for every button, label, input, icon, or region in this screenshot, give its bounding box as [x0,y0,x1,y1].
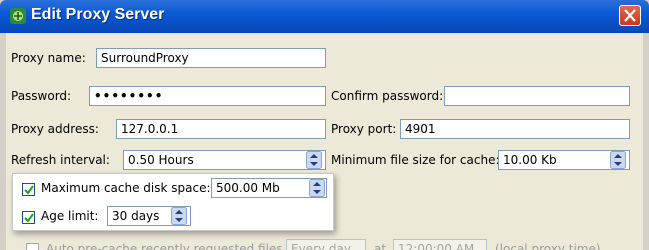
max-cache-disk-checkbox[interactable] [22,183,35,196]
min-file-size-label: Minimum file size for cache: [331,153,500,167]
age-limit-spin-icon[interactable] [171,207,187,225]
precache-frequency-select[interactable]: Every day [286,239,366,250]
precache-frequency-value: Every day [291,242,351,250]
confirm-password-input[interactable] [444,86,630,106]
proxy-address-label: Proxy address: [11,122,99,136]
checkmark-icon [24,185,34,195]
password-input[interactable]: •••••••• [89,86,326,106]
refresh-interval-value: 0.50 Hours [128,153,194,167]
auto-precache-label: Auto pre-cache recently requested files [46,242,283,250]
auto-precache-checkbox[interactable] [26,243,39,250]
edit-proxy-dialog: Edit Proxy Server Proxy name: SurroundPr… [0,0,649,250]
precache-time-value: 12:00:00 AM [398,242,475,250]
proxy-address-input[interactable]: 127.0.0.1 [116,119,326,139]
confirm-password-label: Confirm password: [331,89,444,103]
refresh-interval-label: Refresh interval: [11,153,110,167]
max-cache-disk-label: Maximum cache disk space: [41,181,211,195]
refresh-interval-spinner[interactable]: 0.50 Hours [123,150,326,170]
max-cache-disk-value: 500.00 Mb [216,181,280,195]
proxy-port-input[interactable]: 4901 [400,119,630,139]
min-file-size-value: 10.00 Kb [503,153,557,167]
proxy-name-input[interactable]: SurroundProxy [96,48,326,68]
window-title: Edit Proxy Server [31,6,165,23]
proxy-server-icon [10,8,26,24]
min-file-size-spin-icon[interactable] [610,151,626,169]
close-icon [624,9,636,22]
checkmark-icon [24,213,34,223]
precache-note-label: (local proxy time) [495,242,601,250]
title-bar[interactable]: Edit Proxy Server [0,0,649,33]
refresh-interval-spin-icon[interactable] [306,151,322,169]
proxy-name-label: Proxy name: [11,51,86,65]
age-limit-label: Age limit: [41,209,99,223]
max-cache-disk-spin-icon[interactable] [309,179,325,197]
proxy-port-label: Proxy port: [331,122,397,136]
cache-limits-panel: Maximum cache disk space: 500.00 Mb Age … [12,173,334,231]
precache-time-input[interactable]: 12:00:00 AM [393,239,487,250]
age-limit-value: 30 days [112,209,160,223]
age-limit-checkbox[interactable] [22,211,35,224]
precache-at-label: at [374,242,387,250]
close-button[interactable] [619,5,641,26]
password-label: Password: [11,89,72,103]
